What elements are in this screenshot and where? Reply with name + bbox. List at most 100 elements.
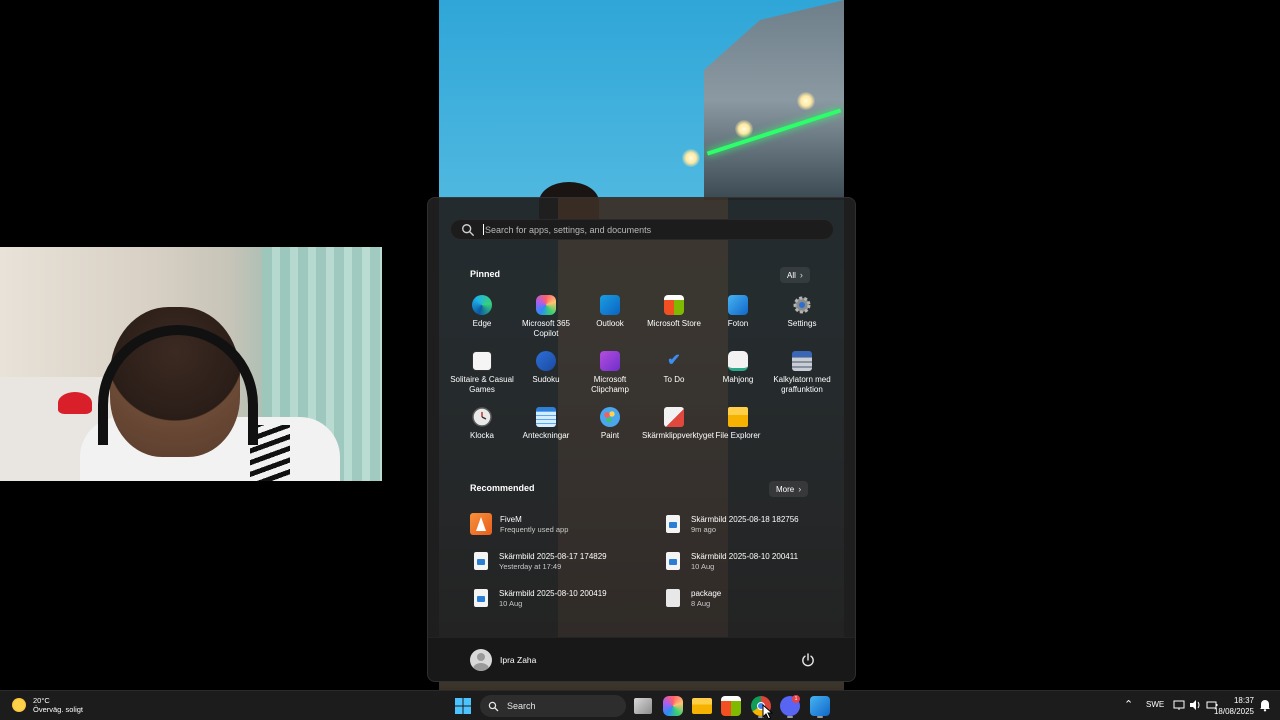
weather-temp: 20°C	[33, 696, 50, 705]
rec-subtitle: 8 Aug	[691, 598, 711, 608]
rec-subtitle: 10 Aug	[499, 598, 523, 608]
pinned-app-todo[interactable]: ✔ To Do	[642, 351, 706, 385]
notepad-icon	[536, 407, 556, 427]
chevron-right-icon: ›	[798, 484, 802, 494]
weather-sun-icon	[12, 698, 26, 712]
app-label: Sudoku	[532, 375, 560, 384]
todo-icon: ✔	[667, 352, 681, 369]
start-search-input[interactable]	[485, 224, 815, 235]
solitaire-icon	[472, 351, 492, 371]
pinned-title: Pinned	[470, 269, 501, 279]
rec-subtitle: Yesterday at 17:49	[499, 561, 562, 571]
pinned-app-sudoku[interactable]: Sudoku	[514, 351, 578, 385]
all-apps-button[interactable]: All ›	[780, 267, 810, 283]
sudoku-icon	[536, 351, 556, 371]
gear-icon	[793, 296, 811, 314]
pinned-app-notepad[interactable]: Anteckningar	[514, 407, 578, 441]
pinned-app-paint[interactable]: Paint	[578, 407, 642, 441]
weather-widget[interactable]: 20°C Överväg. soligt	[12, 696, 83, 714]
taskbar: 20°C Överväg. soligt Search 1 ⌃ SWE 18:3…	[0, 690, 1280, 720]
system-clock[interactable]: 18:37 18/08/2025	[1214, 695, 1254, 717]
app-label: To Do	[663, 375, 685, 384]
file-explorer-icon[interactable]	[692, 698, 712, 714]
lamp-light	[797, 92, 815, 110]
task-view-icon[interactable]	[634, 698, 652, 714]
chevron-right-icon: ›	[799, 270, 803, 280]
app-label: File Explorer	[715, 431, 761, 440]
clock-time: 18:37	[1233, 696, 1254, 705]
file-icon	[666, 589, 680, 607]
pinned-app-m365-copilot[interactable]: Microsoft 365 Copilot	[514, 295, 578, 339]
notification-bell-icon[interactable]	[1258, 698, 1272, 712]
app-label: Klocka	[469, 431, 494, 440]
more-label: More	[776, 484, 795, 494]
recommended-item-file[interactable]: Skärmbild 2025-08-10 200411 10 Aug	[666, 546, 846, 576]
image-file-icon	[666, 552, 680, 570]
pinned-app-solitaire[interactable]: Solitaire & Casual Games	[450, 351, 514, 395]
lamp-light	[735, 120, 753, 138]
pinned-app-store[interactable]: Microsoft Store	[642, 295, 706, 329]
mahjong-icon	[728, 351, 748, 371]
pinned-app-snipping-tool[interactable]: Skärmklippverktyget	[642, 407, 714, 441]
app-label: Solitaire & Casual Games	[450, 375, 514, 394]
notification-badge: 1	[792, 695, 800, 703]
language-indicator[interactable]: SWE	[1146, 700, 1164, 709]
recommended-item-file[interactable]: package 8 Aug	[666, 583, 846, 613]
pinned-app-edge[interactable]: Edge	[450, 295, 514, 329]
rec-title: Skärmbild 2025-08-17 174829	[499, 551, 607, 561]
pinned-app-mahjong[interactable]: Mahjong	[706, 351, 770, 385]
avatar[interactable]	[470, 649, 492, 671]
app-label: Foton	[727, 319, 749, 328]
taskbar-search[interactable]: Search	[480, 695, 626, 717]
network-icon[interactable]	[1173, 699, 1185, 711]
chevron-up-icon[interactable]: ⌃	[1124, 698, 1133, 711]
recommended-item-fivem[interactable]: FiveM Frequently used app	[470, 509, 650, 539]
pinned-app-outlook[interactable]: Outlook	[578, 295, 642, 329]
snipping-tool-icon	[664, 407, 684, 427]
app-label: Anteckningar	[522, 431, 570, 440]
image-file-icon	[666, 515, 680, 533]
clipchamp-icon	[600, 351, 620, 371]
red-cap	[58, 392, 92, 414]
text-caret	[483, 224, 484, 235]
windows-start-icon[interactable]	[453, 696, 473, 716]
pinned-app-file-explorer[interactable]: File Explorer	[706, 407, 770, 441]
start-menu-footer: Ipra Zaha	[428, 637, 855, 681]
pinned-app-photos[interactable]: Foton	[706, 295, 770, 329]
rec-title: Skärmbild 2025-08-10 200411	[691, 551, 799, 561]
store-icon[interactable]	[721, 696, 741, 716]
pinned-app-settings[interactable]: Settings	[770, 295, 834, 329]
app-label: Mahjong	[722, 375, 754, 384]
user-name[interactable]: Ipra Zaha	[500, 655, 536, 665]
pinned-app-calculator[interactable]: Kalkylatorn med graffunktion	[770, 351, 834, 395]
active-indicator	[787, 716, 793, 718]
image-file-icon	[474, 552, 488, 570]
mouse-cursor-icon	[762, 704, 773, 720]
calculator-icon	[792, 351, 812, 371]
more-button[interactable]: More ›	[769, 481, 809, 497]
lamp-light	[682, 149, 700, 167]
recommended-item-file[interactable]: Skärmbild 2025-08-10 200419 10 Aug	[474, 583, 654, 613]
app-label: Outlook	[596, 319, 624, 328]
volume-icon[interactable]	[1189, 699, 1202, 711]
app-label: Microsoft Store	[647, 319, 701, 328]
photos-icon[interactable]	[810, 696, 830, 716]
weather-desc: Överväg. soligt	[33, 705, 84, 714]
pinned-app-clock[interactable]: Klocka	[450, 407, 514, 441]
recommended-item-file[interactable]: Skärmbild 2025-08-18 182756 9m ago	[666, 509, 846, 539]
power-icon[interactable]	[800, 652, 816, 668]
rec-title: Skärmbild 2025-08-18 182756	[691, 514, 799, 524]
photos-icon	[728, 295, 748, 315]
app-label: Paint	[600, 431, 620, 440]
app-label: Microsoft 365 Copilot	[521, 319, 571, 338]
fivem-icon	[470, 513, 492, 535]
start-search-box[interactable]	[450, 219, 834, 240]
rec-subtitle: 9m ago	[691, 524, 717, 534]
copilot-icon[interactable]	[663, 696, 683, 716]
pinned-app-clipchamp[interactable]: Microsoft Clipchamp	[578, 351, 642, 395]
active-indicator	[817, 716, 823, 718]
building-graphic	[704, 0, 844, 200]
recommended-item-file[interactable]: Skärmbild 2025-08-17 174829 Yesterday at…	[474, 546, 654, 576]
rec-title: Skärmbild 2025-08-10 200419	[499, 588, 607, 598]
search-icon	[462, 223, 474, 236]
